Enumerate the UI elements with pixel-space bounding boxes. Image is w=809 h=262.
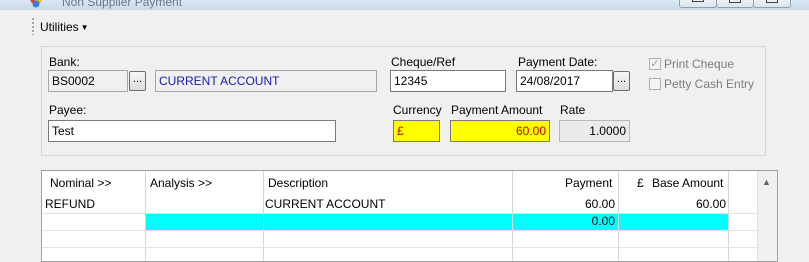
cell-description[interactable]: CURRENT ACCOUNT	[265, 196, 385, 213]
print-cheque-label: Print Cheque	[664, 57, 735, 71]
print-cheque-checkbox[interactable]: ✓	[649, 58, 661, 70]
column-divider	[145, 171, 146, 261]
selected-row-highlight	[145, 213, 728, 230]
bank-code-field[interactable]: BS0002	[48, 70, 128, 92]
col-header-nominal[interactable]: Nominal >>	[50, 171, 111, 195]
petty-cash-checkbox[interactable]	[649, 78, 661, 90]
cheque-ref-input[interactable]: 12345	[390, 70, 506, 92]
column-divider	[728, 171, 729, 261]
rate-label: Rate	[560, 103, 586, 117]
col-header-payment[interactable]: Payment	[565, 171, 612, 195]
title-bar: Non Supplier Payment	[0, 0, 809, 10]
bank-name-field: CURRENT ACCOUNT	[155, 70, 377, 92]
column-divider	[263, 171, 264, 261]
maximize-button[interactable]	[753, 0, 791, 8]
window-title: Non Supplier Payment	[62, 0, 183, 9]
minimize-button[interactable]	[679, 0, 717, 8]
restore-button[interactable]	[716, 0, 754, 8]
col-header-base-amount[interactable]: Base Amount	[652, 171, 723, 195]
payee-label: Payee:	[49, 103, 87, 117]
menu-bar	[0, 10, 809, 40]
scroll-up-icon[interactable]: ▲	[762, 177, 771, 187]
minimize-icon	[692, 0, 704, 2]
rate-field: 1.0000	[559, 120, 630, 142]
payment-date-label: Payment Date:	[518, 55, 598, 69]
dropdown-caret-icon: ▼	[80, 23, 89, 32]
restore-icon	[729, 0, 741, 3]
row-divider	[42, 247, 757, 248]
currency-label: Currency	[393, 103, 442, 117]
utilities-menu-label: Utilities	[40, 20, 79, 34]
cell-payment[interactable]: 60.00	[512, 196, 615, 213]
payment-amount-label: Payment Amount	[451, 103, 543, 117]
col-header-description[interactable]: Description	[268, 171, 328, 195]
currency-field[interactable]: £	[393, 120, 440, 142]
payment-amount-input[interactable]: 60.00	[450, 120, 550, 142]
cell-base-amount[interactable]: 60.00	[618, 196, 726, 213]
column-divider	[618, 171, 619, 261]
row-divider	[42, 230, 757, 231]
row-divider	[42, 213, 757, 214]
col-header-currency: £	[637, 176, 644, 190]
cell-nominal[interactable]: REFUND	[45, 196, 95, 213]
payee-input[interactable]: Test	[48, 120, 336, 142]
payment-date-input[interactable]: 24/08/2017	[516, 70, 613, 92]
app-icon	[30, 0, 42, 8]
col-header-analysis[interactable]: Analysis >>	[150, 171, 212, 195]
toolbar-grip-icon	[32, 17, 34, 35]
bank-label: Bank:	[49, 55, 80, 69]
cheque-ref-label: Cheque/Ref	[391, 55, 456, 69]
vertical-scrollbar[interactable]: ▲	[757, 171, 777, 261]
petty-cash-label: Petty Cash Entry	[664, 77, 755, 91]
date-picker-button[interactable]: ...	[613, 71, 630, 91]
maximize-icon	[766, 0, 778, 3]
utilities-menu[interactable]: Utilities ▼	[40, 20, 89, 34]
bank-browse-button[interactable]: ...	[129, 71, 146, 91]
nominal-grid[interactable]: Nominal >> Analysis >> Description Payme…	[41, 170, 778, 262]
cell-payment[interactable]: 0.00	[512, 213, 615, 230]
checkmark-icon: ✓	[650, 58, 660, 70]
